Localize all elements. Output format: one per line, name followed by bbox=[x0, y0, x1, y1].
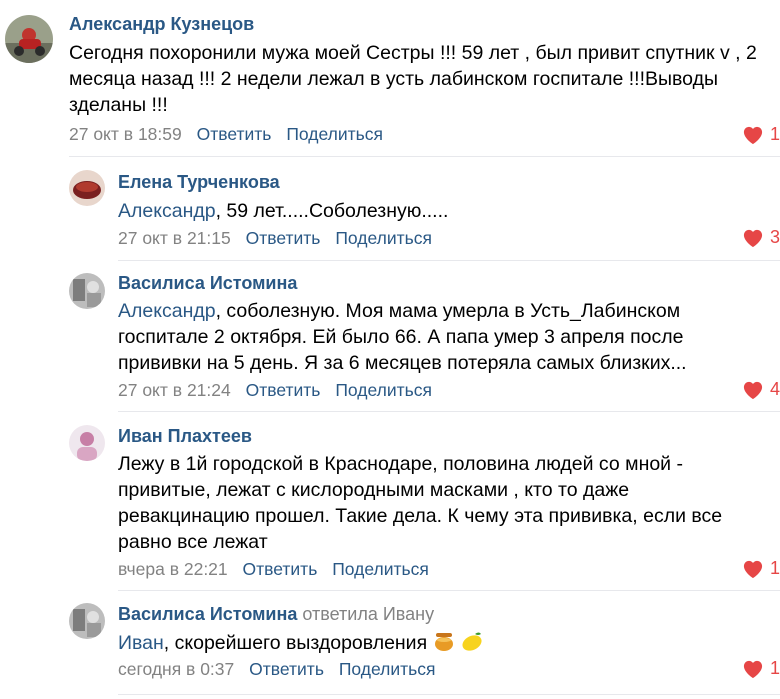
comment-author[interactable]: Александр Кузнецов bbox=[69, 14, 254, 35]
like-count: 1 bbox=[769, 558, 780, 578]
comment-text: Александр, 59 лет.....Соболезную..... bbox=[118, 200, 449, 222]
divider bbox=[118, 411, 780, 412]
comment-meta: вчера в 22:21 Ответить Поделиться bbox=[118, 559, 429, 580]
comment-time[interactable]: сегодня в 0:37 bbox=[118, 659, 234, 679]
like-button[interactable]: 1 bbox=[742, 658, 780, 679]
comment-author[interactable]: Василиса Истомина bbox=[118, 273, 297, 294]
mention-link[interactable]: Александр bbox=[118, 200, 216, 222]
share-button[interactable]: Поделиться bbox=[286, 124, 383, 144]
heart-icon bbox=[743, 126, 763, 144]
reply-button[interactable]: Ответить bbox=[197, 124, 272, 144]
mention-link[interactable]: Иван bbox=[118, 632, 164, 654]
avatar[interactable] bbox=[69, 170, 105, 206]
avatar[interactable] bbox=[69, 273, 105, 309]
reply-button[interactable]: Ответить bbox=[246, 228, 321, 248]
comment-text: Лежу в 1й городской в Краснодаре, полови… bbox=[118, 453, 723, 553]
like-button[interactable]: 3 bbox=[742, 227, 780, 248]
like-count: 3 bbox=[769, 227, 780, 247]
comment-time[interactable]: 27 окт в 21:15 bbox=[118, 228, 231, 248]
share-button[interactable]: Поделиться bbox=[335, 380, 432, 400]
comment-meta: 27 окт в 18:59 Ответить Поделиться bbox=[69, 124, 383, 145]
avatar[interactable] bbox=[5, 15, 53, 63]
avatar[interactable] bbox=[69, 603, 105, 639]
heart-icon bbox=[743, 229, 763, 247]
reply-button[interactable]: Ответить bbox=[243, 559, 318, 579]
replied-to[interactable]: ответила Ивану bbox=[302, 604, 434, 624]
comment-meta: 27 окт в 21:15 Ответить Поделиться bbox=[118, 228, 432, 249]
mention-link[interactable]: Александр bbox=[118, 300, 216, 322]
comment-text: Александр, соболезную. Моя мама умерла в… bbox=[118, 300, 687, 374]
comment-time[interactable]: 27 окт в 18:59 bbox=[69, 124, 182, 144]
comment-time[interactable]: 27 окт в 21:24 bbox=[118, 380, 231, 400]
heart-icon bbox=[743, 560, 763, 578]
share-button[interactable]: Поделиться bbox=[335, 228, 432, 248]
heart-icon bbox=[743, 381, 763, 399]
like-button[interactable]: 1 bbox=[742, 124, 780, 145]
like-button[interactable]: 4 bbox=[742, 379, 780, 400]
avatar[interactable] bbox=[69, 425, 105, 461]
comment-author[interactable]: Иван Плахтеев bbox=[118, 426, 252, 447]
like-count: 1 bbox=[769, 124, 780, 144]
comment-text: Иван, скорейшего выздоровления bbox=[118, 630, 738, 656]
comment-text: Сегодня похоронили мужа моей Сестры !!! … bbox=[69, 42, 757, 116]
divider bbox=[118, 694, 780, 695]
lemon-emoji bbox=[462, 632, 482, 651]
like-button[interactable]: 1 bbox=[742, 558, 780, 579]
comment-time[interactable]: вчера в 22:21 bbox=[118, 559, 228, 579]
share-button[interactable]: Поделиться bbox=[339, 659, 436, 679]
reply-button[interactable]: Ответить bbox=[249, 659, 324, 679]
divider bbox=[118, 590, 780, 591]
comment-meta: 27 окт в 21:24 Ответить Поделиться bbox=[118, 380, 432, 401]
divider bbox=[69, 156, 780, 157]
comment-author[interactable]: Елена Турченкова bbox=[118, 172, 280, 193]
like-count: 1 bbox=[769, 658, 780, 678]
comment-meta: сегодня в 0:37 Ответить Поделиться bbox=[118, 659, 435, 680]
comment-author[interactable]: Василиса Истомина ответила Ивану bbox=[118, 604, 434, 625]
reply-button[interactable]: Ответить bbox=[246, 380, 321, 400]
like-count: 4 bbox=[769, 379, 780, 399]
heart-icon bbox=[743, 660, 763, 678]
divider bbox=[118, 260, 780, 261]
honey-pot-emoji bbox=[434, 633, 453, 651]
share-button[interactable]: Поделиться bbox=[332, 559, 429, 579]
